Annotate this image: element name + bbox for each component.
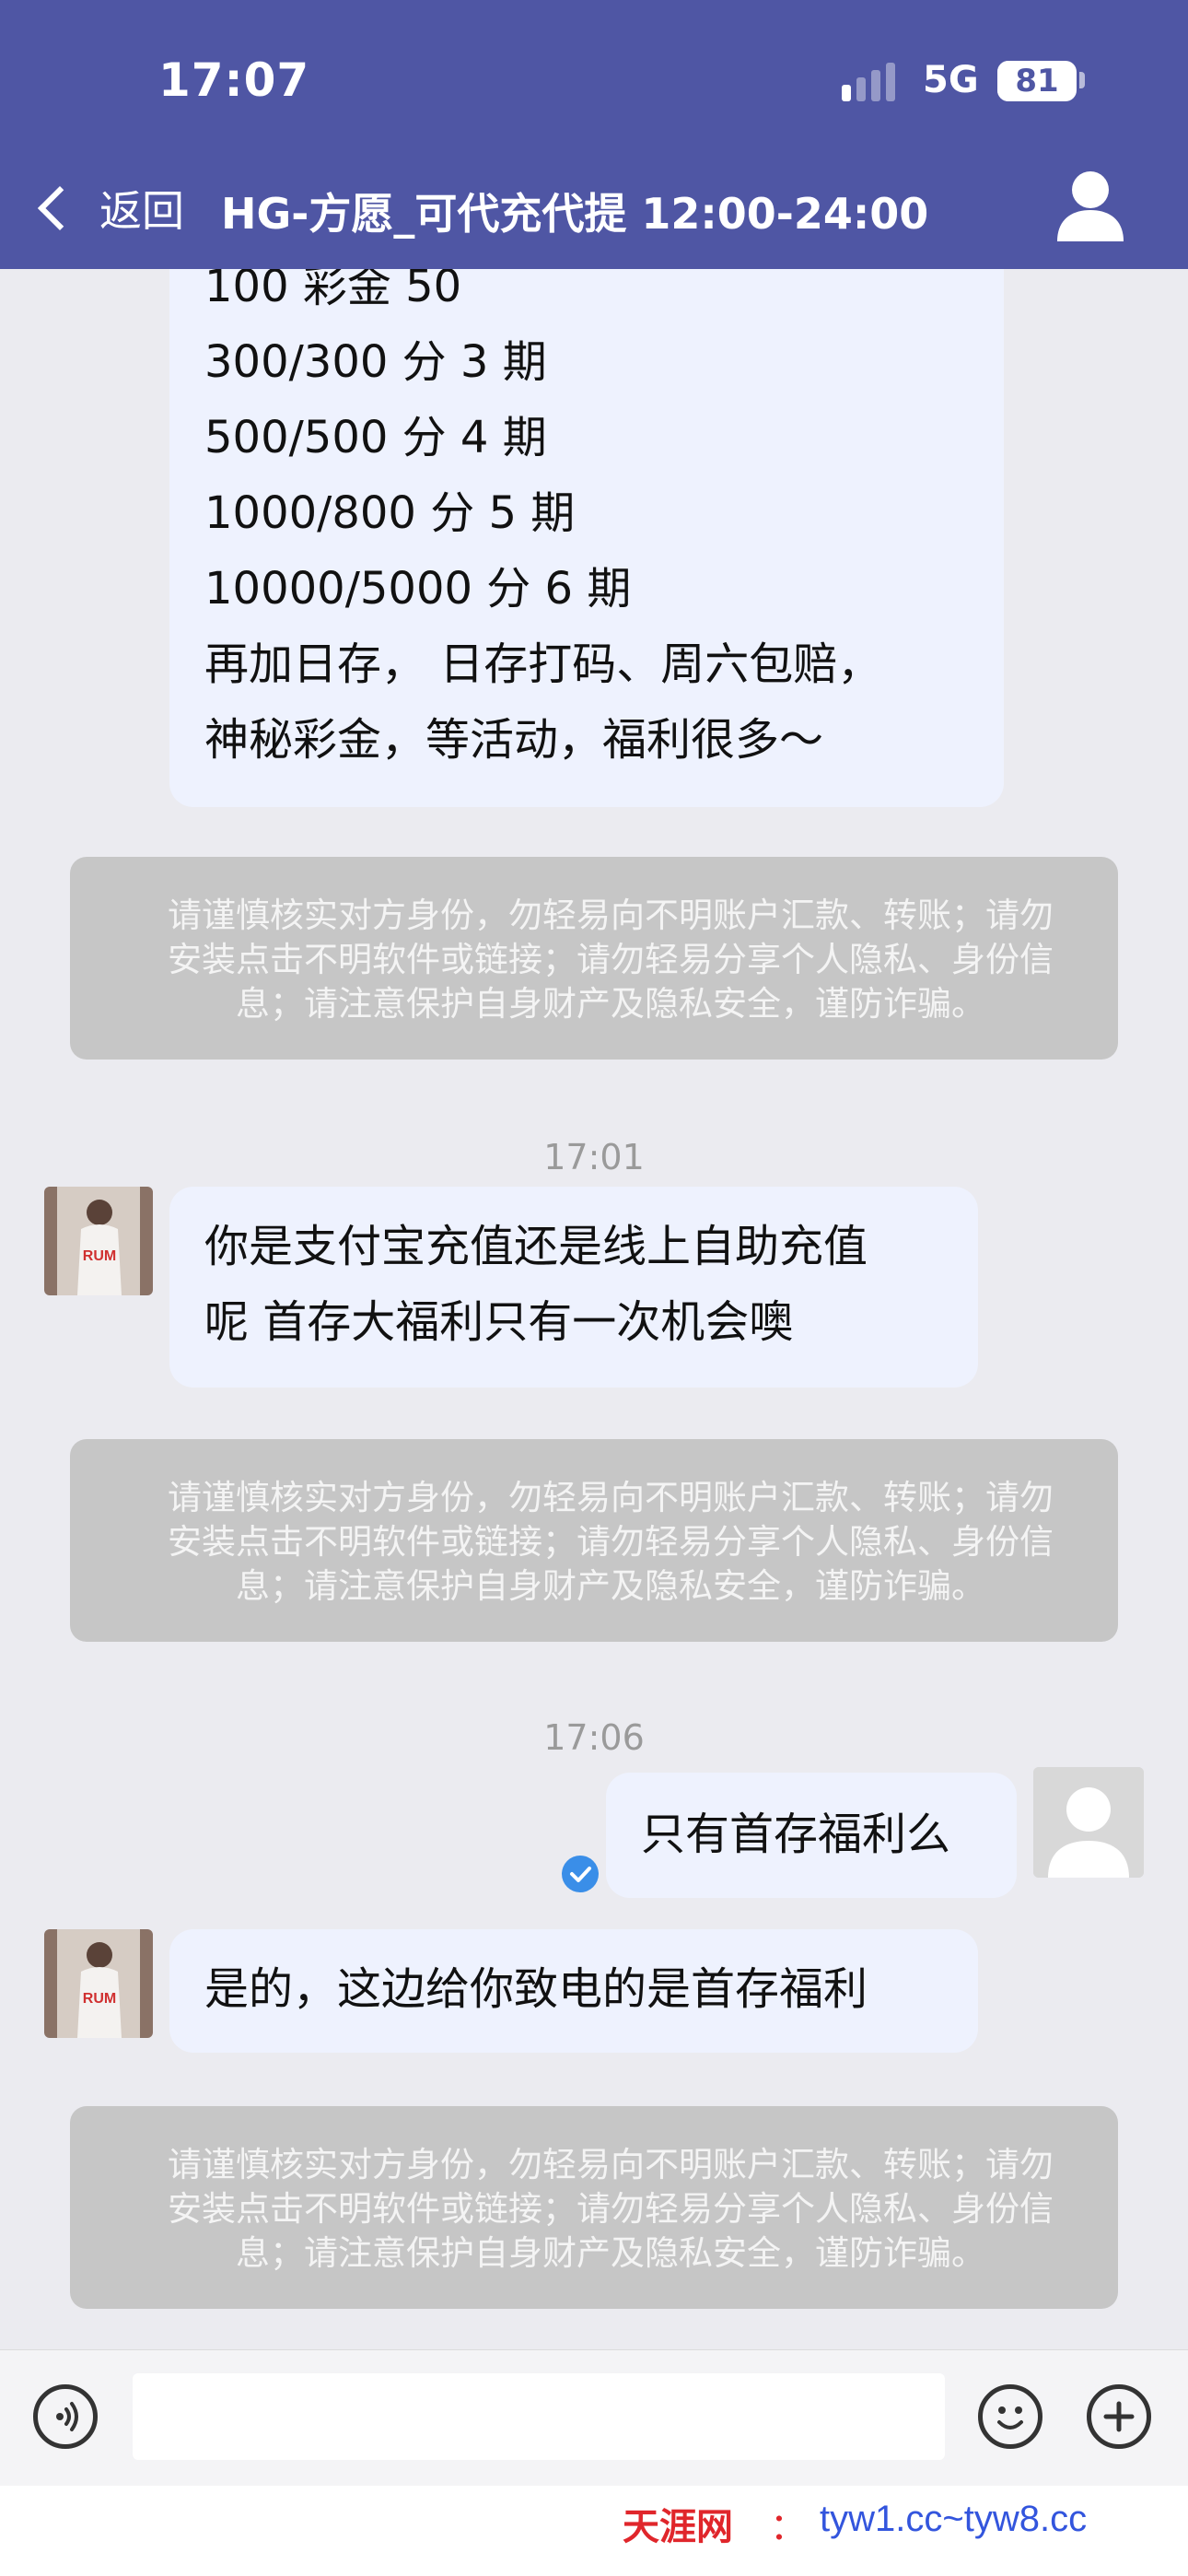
promo-line: 1000/800 分 5 期 [204,487,576,539]
message-text: 你是支付宝充值还是线上自助充值 呢 首存大福利只有一次机会噢 [204,1221,868,1348]
security-notice-text: 请谨慎核实对方身份，勿轻易向不明账户汇款、转账；请勿 安装点击不明软件或链接；请… [168,896,1054,1024]
voice-icon [56,2402,78,2431]
promo-line: 500/500 分 4 期 [204,412,547,463]
status-time: 17:07 [158,53,310,107]
message-text: 只有首存福利么 [641,1809,951,1860]
promo-line: 再加日存， 日存打码、周六包赔， [204,638,882,690]
contact-photo: RUM [44,1187,153,1295]
promo-lines: 100 彩金 50 300/300 分 3 期 500/500 分 4 期 10… [204,249,881,778]
watermark-brand: 天涯网 [623,2505,733,2548]
message-bubble-outgoing: 只有首存福利么 [606,1773,1017,1898]
battery-icon: 81 [997,61,1077,101]
chat-title: HG-方愿_可代充代提 12:00-24:00 [221,189,929,239]
more-button[interactable] [1087,2384,1151,2449]
timestamp: 17:06 [543,1717,645,1758]
back-label: 返回 [99,186,184,236]
timestamp: 17:01 [543,1137,645,1177]
signal-icon [842,63,906,101]
voice-button[interactable] [33,2384,98,2449]
promo-line: 300/300 分 3 期 [204,336,547,388]
security-notice-text: 请谨慎核实对方身份，勿轻易向不明账户汇款、转账；请勿 安装点击不明软件或链接；请… [168,1478,1054,1606]
security-notice-text: 请谨慎核实对方身份，勿轻易向不明账户汇款、转账；请勿 安装点击不明软件或链接；请… [168,2145,1054,2273]
message-bubble-incoming: 你是支付宝充值还是线上自助充值 呢 首存大福利只有一次机会噢 [169,1187,978,1388]
check-icon [562,1856,599,1892]
security-notice: 请谨慎核实对方身份，勿轻易向不明账户汇款、转账；请勿 安装点击不明软件或链接；请… [70,1439,1118,1642]
chevron-left-icon [37,185,83,231]
watermark-separator: ： [770,2506,807,2548]
battery-level: 81 [1015,63,1059,100]
plus-icon [1103,2401,1135,2432]
smiley-icon [997,2406,1023,2430]
message-bubble-incoming: 是的，这边给你致电的是首存福利 [169,1929,978,2053]
promo-line: 神秘彩金，等活动，福利很多～ [204,714,824,766]
person-icon [1057,171,1124,241]
contact-profile-button[interactable] [1054,168,1127,245]
back-button[interactable]: 返回 [28,171,184,245]
message-input[interactable] [133,2373,945,2460]
security-notice: 请谨慎核实对方身份，勿轻易向不明账户汇款、转账；请勿 安装点击不明软件或链接；请… [70,2106,1118,2309]
network-type: 5G [923,59,979,101]
promo-line: 10000/5000 分 6 期 [204,563,632,615]
contact-avatar[interactable]: RUM [44,1929,153,2038]
contact-photo: RUM [44,1929,153,2038]
emoji-button[interactable] [978,2384,1042,2449]
message-text: 是的，这边给你致电的是首存福利 [204,1963,868,2015]
my-avatar[interactable] [1033,1767,1144,1878]
default-person-icon [1033,1767,1144,1878]
security-notice: 请谨慎核实对方身份，勿轻易向不明账户汇款、转账；请勿 安装点击不明软件或链接；请… [70,857,1118,1060]
svg-text:RUM: RUM [83,1991,116,2007]
message-bubble-promo: 100 彩金 50 300/300 分 3 期 500/500 分 4 期 10… [169,230,1004,807]
contact-avatar[interactable]: RUM [44,1187,153,1295]
svg-text:RUM: RUM [83,1248,116,1264]
watermark-url: tyw1.cc~tyw8.cc [820,2499,1088,2539]
battery-tip [1079,72,1085,88]
